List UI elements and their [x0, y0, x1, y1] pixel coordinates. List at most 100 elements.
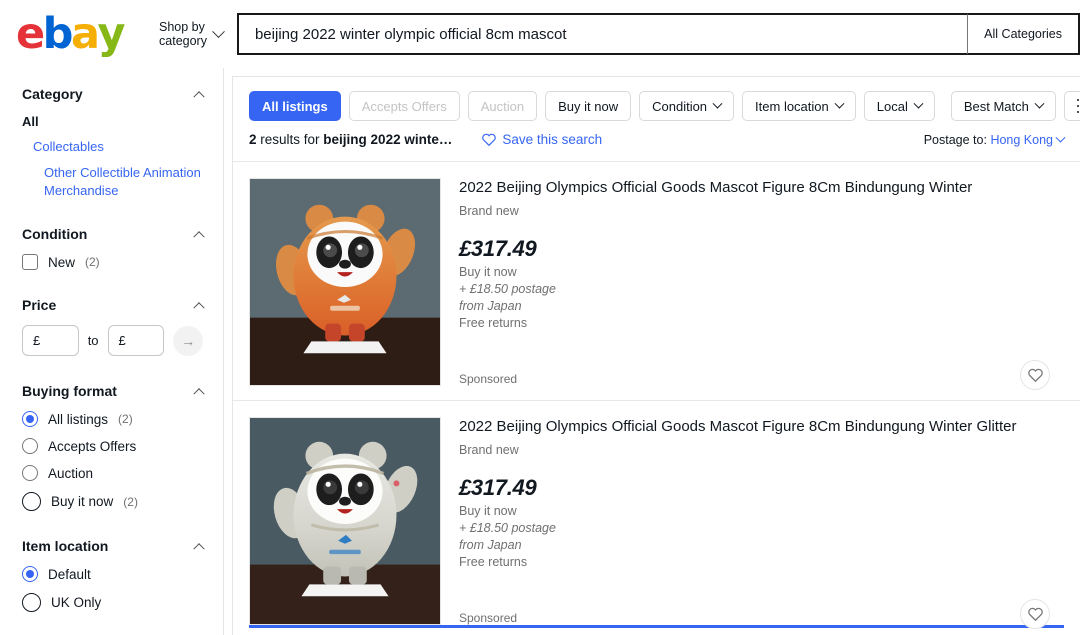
search-results-panel: All listings Accepts Offers Auction Buy … — [232, 76, 1080, 635]
listing-buying-format: Buy it now — [459, 504, 1064, 518]
heart-icon — [482, 133, 496, 146]
chevron-down-icon — [1056, 132, 1066, 142]
price-max-currency: £ — [119, 333, 126, 348]
filter-checkbox-new[interactable]: New (2) — [22, 254, 203, 270]
filter-radio-accepts-offers[interactable]: Accepts Offers — [22, 438, 203, 454]
product-image-orange-mascot — [250, 179, 440, 385]
postage-to-location[interactable]: Hong Kong — [990, 133, 1053, 147]
logo-letter-a: a — [71, 13, 98, 56]
listing-sponsored-label: Sponsored — [459, 611, 517, 625]
filter-radio-uk-only[interactable]: UK Only — [22, 593, 203, 612]
filters-sidebar: Category All Collectables Other Collecti… — [0, 68, 224, 635]
price-section-title: Price — [22, 297, 56, 313]
filter-radio-all-listings[interactable]: All listings (2) — [22, 411, 203, 427]
chevron-down-icon — [834, 98, 844, 108]
chevron-down-icon — [1034, 98, 1044, 108]
radio-icon[interactable] — [22, 465, 38, 481]
search-input-container[interactable] — [237, 13, 968, 55]
price-submit-button[interactable]: → — [173, 326, 203, 356]
filter-tab-buy-it-now[interactable]: Buy it now — [545, 91, 631, 121]
next-listing-divider — [249, 625, 1064, 628]
listing-returns: Free returns — [459, 555, 1064, 569]
filter-count-new: (2) — [85, 255, 100, 269]
filter-radio-default[interactable]: Default — [22, 566, 203, 582]
buying-format-section-title: Buying format — [22, 383, 117, 399]
filter-tab-label: Auction — [481, 99, 524, 114]
sort-dropdown[interactable]: Best Match — [951, 91, 1056, 121]
filter-dropdown-label: Item location — [755, 99, 829, 114]
filter-radio-auction[interactable]: Auction — [22, 465, 203, 481]
price-section-header[interactable]: Price — [22, 297, 203, 313]
filter-dropdown-local[interactable]: Local — [864, 91, 935, 121]
radio-icon-hover[interactable] — [22, 492, 41, 511]
filter-tab-label: Accepts Offers — [362, 99, 447, 114]
chevron-up-icon — [193, 388, 204, 399]
category-select-label: All Categories — [984, 27, 1062, 41]
listing-condition: Brand new — [459, 443, 1064, 457]
filter-tab-all-listings[interactable]: All listings — [249, 91, 341, 121]
filter-dropdown-condition[interactable]: Condition — [639, 91, 734, 121]
condition-section-title: Condition — [22, 226, 87, 242]
filter-dropdown-item-location[interactable]: Item location — [742, 91, 856, 121]
filter-label-uk-only: UK Only — [51, 595, 101, 610]
listing-info: 2022 Beijing Olympics Official Goods Mas… — [441, 417, 1064, 625]
chevron-down-icon — [212, 25, 225, 38]
category-link-other-collectible-animation-merchandise[interactable]: Other Collectible Animation Merchandise — [44, 164, 203, 199]
filter-label-all-listings: All listings — [48, 412, 108, 427]
listing-item[interactable]: 2022 Beijing Olympics Official Goods Mas… — [233, 161, 1080, 386]
filter-section-price: Price £ to £ → — [22, 297, 203, 356]
radio-icon[interactable] — [22, 438, 38, 454]
listing-price: £317.49 — [459, 236, 1064, 262]
radio-icon-selected[interactable] — [22, 411, 38, 427]
category-select[interactable]: All Categories — [968, 13, 1080, 55]
chevron-up-icon — [193, 231, 204, 242]
category-link-collectables[interactable]: Collectables — [33, 139, 203, 154]
filter-section-buying-format: Buying format All listings (2) Accepts O… — [22, 383, 203, 511]
site-header: ebay Shop by category All Categories — [0, 0, 1080, 68]
checkbox-icon[interactable] — [22, 254, 38, 270]
price-min-input[interactable]: £ — [22, 325, 79, 356]
logo-letter-e: e — [16, 13, 43, 56]
logo-letter-b: b — [43, 13, 71, 56]
radio-icon[interactable] — [22, 593, 41, 612]
listing-condition: Brand new — [459, 204, 1064, 218]
chevron-up-icon — [193, 302, 204, 313]
watchlist-button[interactable] — [1020, 599, 1050, 629]
filter-section-item-location: Item location Default UK Only — [22, 538, 203, 612]
heart-icon — [1028, 368, 1043, 382]
radio-icon-selected[interactable] — [22, 566, 38, 582]
filter-tab-accepts-offers: Accepts Offers — [349, 91, 460, 121]
filter-label-buy-it-now: Buy it now — [51, 494, 113, 509]
results-count-word: results for — [257, 132, 324, 147]
product-image-silver-mascot — [250, 418, 440, 624]
ebay-logo[interactable]: ebay — [16, 13, 123, 56]
listing-title[interactable]: 2022 Beijing Olympics Official Goods Mas… — [459, 178, 1064, 198]
listing-price: £317.49 — [459, 475, 1064, 501]
heart-icon — [1028, 607, 1043, 621]
search-input[interactable] — [253, 25, 953, 44]
price-max-input[interactable]: £ — [108, 325, 165, 356]
results-summary-row: 2 results for beijing 2022 winte… Save t… — [233, 121, 1080, 147]
listing-buying-format: Buy it now — [459, 265, 1064, 279]
sort-dropdown-label: Best Match — [964, 99, 1029, 114]
filter-section-category: Category All Collectables Other Collecti… — [22, 86, 203, 199]
shop-by-category-button[interactable]: Shop by category — [159, 20, 223, 49]
buying-format-section-header[interactable]: Buying format — [22, 383, 203, 399]
filter-label-accepts-offers: Accepts Offers — [48, 439, 136, 454]
category-all-label: All — [22, 114, 203, 129]
save-this-search-link[interactable]: Save this search — [482, 132, 602, 147]
category-section-title: Category — [22, 86, 83, 102]
category-section-header[interactable]: Category — [22, 86, 203, 102]
listing-title[interactable]: 2022 Beijing Olympics Official Goods Mas… — [459, 417, 1064, 437]
listing-item[interactable]: 2022 Beijing Olympics Official Goods Mas… — [233, 400, 1080, 625]
listing-thumbnail[interactable] — [249, 417, 441, 625]
view-mode-dropdown[interactable] — [1064, 91, 1080, 121]
watchlist-button[interactable] — [1020, 360, 1050, 390]
results-query: beijing 2022 winte… — [323, 132, 452, 147]
condition-section-header[interactable]: Condition — [22, 226, 203, 242]
listing-thumbnail[interactable] — [249, 178, 441, 386]
filter-label-default: Default — [48, 567, 91, 582]
filter-toolbar: All listings Accepts Offers Auction Buy … — [233, 77, 1080, 121]
filter-radio-buy-it-now[interactable]: Buy it now (2) — [22, 492, 203, 511]
item-location-section-header[interactable]: Item location — [22, 538, 203, 554]
